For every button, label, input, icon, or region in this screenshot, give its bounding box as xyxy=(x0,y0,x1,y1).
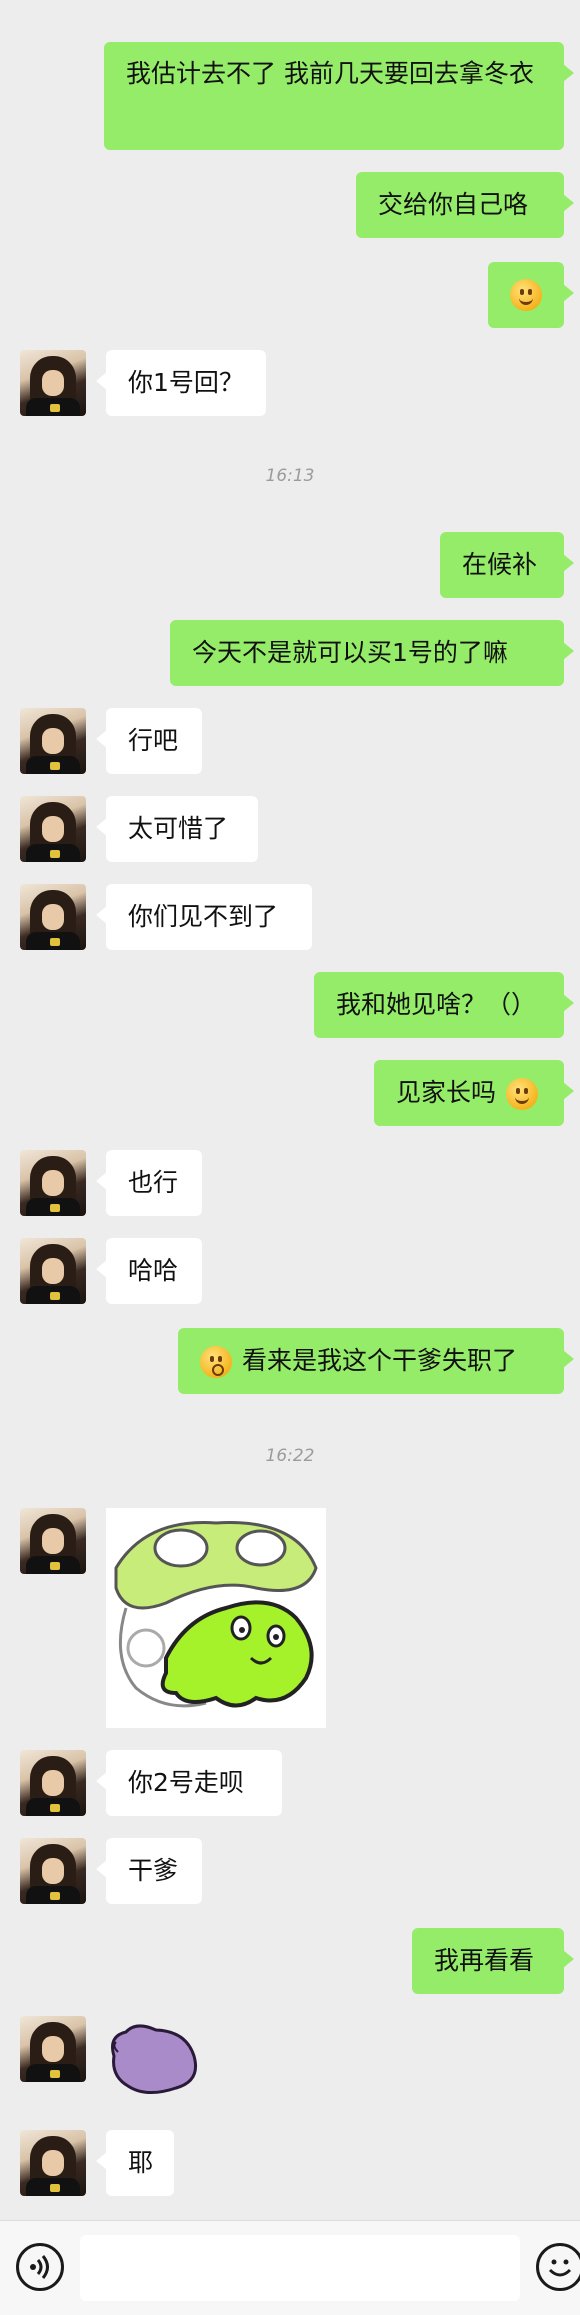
message-bubble-received[interactable]: 哈哈 xyxy=(96,1238,202,1304)
message-text: 看来是我这个干爹失职了 xyxy=(241,1346,517,1375)
message-bubble-received[interactable]: 太可惜了 xyxy=(96,796,258,862)
message-bubble-sent[interactable]: 在候补 xyxy=(440,532,574,598)
message-bubble-sent[interactable]: 今天不是就可以买1号的了嘛 xyxy=(170,620,574,686)
smile-emoji-icon xyxy=(510,279,542,311)
timestamp: 16:13 xyxy=(265,466,315,486)
avatar[interactable] xyxy=(20,350,86,416)
message-bubble-sent[interactable]: 我和她见啥？（） xyxy=(314,972,574,1038)
message-bubble-received[interactable]: 耶 xyxy=(96,2130,174,2196)
timestamp: 16:22 xyxy=(265,1446,315,1466)
avatar[interactable] xyxy=(20,1150,86,1216)
avatar[interactable] xyxy=(20,2016,86,2082)
message-bubble-received[interactable]: 你1号回？ xyxy=(96,350,266,416)
message-bubble-received[interactable]: 你2号走呗 xyxy=(96,1750,282,1816)
avatar[interactable] xyxy=(20,884,86,950)
voice-icon[interactable] xyxy=(16,2243,64,2291)
message-bubble-received[interactable]: 也行 xyxy=(96,1150,202,1216)
emoji-icon[interactable] xyxy=(536,2243,580,2291)
message-bubble-received[interactable]: 干爹 xyxy=(96,1838,202,1904)
avatar[interactable] xyxy=(20,708,86,774)
blob-sticker-image xyxy=(111,2024,197,2094)
message-bubble-sent[interactable]: 看来是我这个干爹失职了 xyxy=(178,1328,574,1394)
avatar[interactable] xyxy=(20,1838,86,1904)
message-text: 见家长吗 xyxy=(396,1078,497,1107)
avatar[interactable] xyxy=(20,1750,86,1816)
frog-sticker[interactable] xyxy=(106,1508,326,1728)
frog-sticker-image xyxy=(114,1521,318,1708)
message-bubble-sent[interactable]: 我估计去不了 我前几天要回去拿冬衣 xyxy=(104,42,574,150)
input-bar xyxy=(0,2220,580,2315)
avatar[interactable] xyxy=(20,1508,86,1574)
blob-sticker[interactable] xyxy=(106,2016,202,2106)
message-input[interactable] xyxy=(80,2235,520,2301)
message-bubble-sent[interactable]: 我再看看 xyxy=(412,1928,574,1994)
avatar[interactable] xyxy=(20,796,86,862)
message-bubble-sent[interactable]: 见家长吗 xyxy=(374,1060,574,1126)
avatar[interactable] xyxy=(20,2130,86,2196)
avatar[interactable] xyxy=(20,1238,86,1304)
message-bubble-sent[interactable] xyxy=(488,262,574,328)
flushed-emoji-icon xyxy=(200,1346,232,1378)
blush-emoji-icon xyxy=(505,1078,538,1110)
message-bubble-received[interactable]: 你们见不到了 xyxy=(96,884,312,950)
message-bubble-sent[interactable]: 交给你自己咯 xyxy=(356,172,574,238)
message-bubble-received[interactable]: 行吧 xyxy=(96,708,202,774)
